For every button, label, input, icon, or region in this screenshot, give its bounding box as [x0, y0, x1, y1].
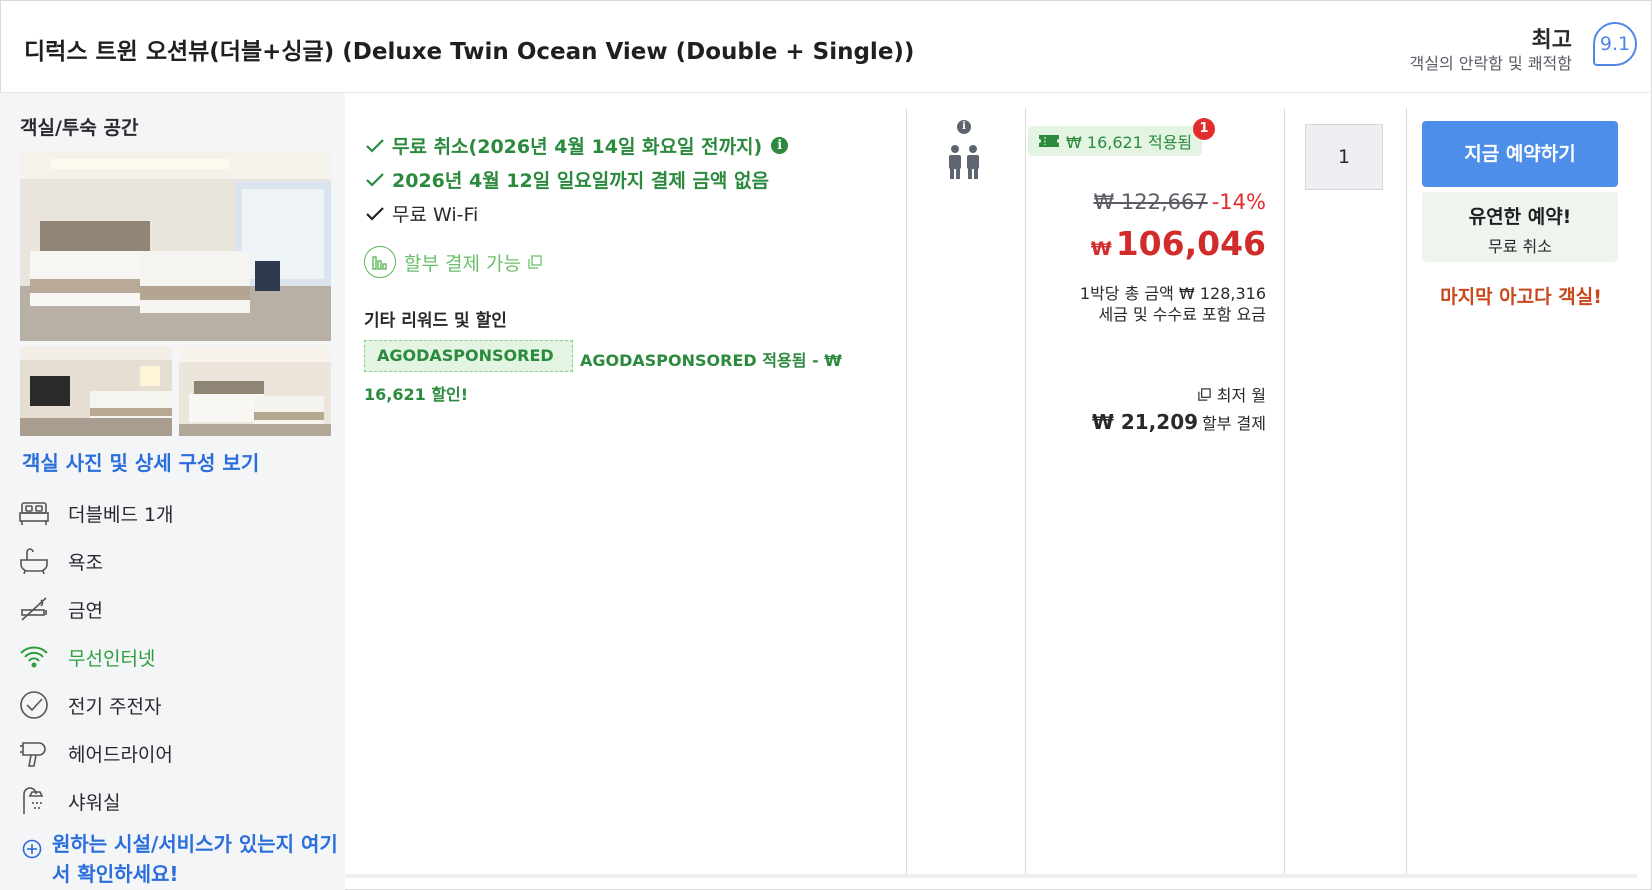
- amenity-label: 욕조: [68, 551, 103, 574]
- info-icon[interactable]: i: [957, 120, 971, 134]
- two-guests-icon: [949, 145, 979, 179]
- price-column: ₩ 16,621 적용됨 1 ₩ 122,667 -14% ₩106,046 1박…: [1026, 108, 1285, 874]
- installment-option[interactable]: 할부 결제 가능: [364, 246, 543, 278]
- columns-bottom-edge: [345, 874, 1637, 878]
- benefit-free-wifi: 무료 Wi-Fi: [364, 200, 478, 227]
- promo-code-tag: AGODASPONSORED: [364, 340, 573, 372]
- external-link-icon: [1198, 387, 1211, 401]
- final-price: ₩106,046: [1091, 224, 1266, 263]
- amenity-label: 전기 주전자: [68, 695, 162, 718]
- room-photo-main[interactable]: [20, 151, 331, 341]
- amenity-label: 헤어드라이어: [68, 743, 173, 766]
- room-header: 디럭스 트윈 오션뷰(더블+싱글) (Deluxe Twin Ocean Vie…: [0, 0, 1650, 93]
- installment-chart-icon: [364, 246, 396, 278]
- last-room-notice: 마지막 아고다 객실!: [1440, 286, 1602, 308]
- amenity-search-link[interactable]: 원하는 시설/서비스가 있는지 여기서 확인하세요!: [22, 829, 342, 889]
- external-link-icon: [528, 255, 542, 269]
- amenity-item: 더블베드 1개: [18, 489, 174, 537]
- section-label: 객실/투숙 공간: [20, 117, 139, 139]
- discount-percent: -14%: [1211, 190, 1266, 214]
- flexible-booking-subtitle: 무료 취소: [1488, 237, 1552, 256]
- benefit-text: 무료 Wi-Fi: [392, 204, 479, 226]
- amenity-item: 무선인터넷: [18, 633, 174, 681]
- flexible-booking-title: 유연한 예약!: [1468, 206, 1572, 228]
- coupon-count-badge: 1: [1193, 118, 1215, 140]
- monthly-installment: ₩ 21,209 할부 결제: [1092, 410, 1266, 434]
- amenity-label: 샤워실: [68, 791, 121, 814]
- check-icon: [366, 172, 384, 187]
- coupon-icon: [1039, 135, 1059, 147]
- amenity-item: 금연: [18, 585, 174, 633]
- amenity-item: 욕조: [18, 537, 174, 585]
- rating-description: 객실의 안락함 및 쾌적함: [1409, 54, 1572, 73]
- bed-icon: [18, 497, 50, 529]
- room-photo-thumbnail[interactable]: [179, 346, 331, 436]
- amenity-search-text: 원하는 시설/서비스가 있는지 여기서 확인하세요!: [52, 832, 338, 886]
- info-icon[interactable]: i: [771, 137, 789, 154]
- room-photo-thumbnail[interactable]: [20, 346, 172, 436]
- original-price-amount: ₩ 122,667: [1093, 190, 1208, 214]
- coupon-text: ₩ 16,621 적용됨: [1066, 133, 1193, 152]
- rating-score-badge: 9.1: [1593, 22, 1637, 66]
- installment-min-month[interactable]: 최저 월: [1197, 382, 1266, 406]
- book-now-button[interactable]: 지금 예약하기: [1422, 121, 1618, 187]
- monthly-amount: ₩ 21,209: [1091, 410, 1199, 434]
- benefit-pay-later: 2026년 4월 12일 일요일까지 결제 금액 없음: [364, 166, 769, 193]
- kettle-check-icon: [18, 689, 50, 721]
- tax-note: 세금 및 수수료 포함 요금: [1098, 305, 1266, 324]
- monthly-label: 할부 결제: [1202, 414, 1266, 433]
- bathtub-icon: [18, 545, 50, 577]
- shower-icon: [18, 785, 50, 817]
- check-icon: [366, 206, 384, 221]
- currency-symbol: ₩: [1090, 238, 1112, 260]
- flexible-booking-box: 유연한 예약! 무료 취소: [1422, 192, 1618, 262]
- original-price: ₩ 122,667 -14%: [1093, 190, 1266, 214]
- amenity-item: 샤워실: [18, 777, 174, 825]
- room-quantity-select[interactable]: 1: [1305, 124, 1383, 190]
- amenity-label: 금연: [68, 599, 103, 622]
- benefit-text: 2026년 4월 12일 일요일까지 결제 금액 없음: [392, 170, 769, 192]
- plus-circle-icon: [22, 839, 42, 859]
- amenity-item: 헤어드라이어: [18, 729, 174, 777]
- benefit-free-cancellation: 무료 취소(2026년 4월 14일 화요일 전까지) i: [364, 132, 789, 159]
- benefits-column: 무료 취소(2026년 4월 14일 화요일 전까지) i 2026년 4월 1…: [346, 108, 907, 874]
- hair-dryer-icon: [18, 737, 50, 769]
- other-rewards-label: 기타 리워드 및 할인: [364, 311, 507, 331]
- coupon-applied-chip[interactable]: ₩ 16,621 적용됨: [1028, 126, 1203, 156]
- amenity-list: 더블베드 1개 욕조 금연 무선인터넷 전기 주전자 헤어드라이어 샤워실: [18, 489, 174, 825]
- check-icon: [366, 138, 384, 153]
- quantity-column: 1: [1285, 108, 1407, 874]
- final-price-amount: 106,046: [1115, 224, 1266, 263]
- amenity-label: 무선인터넷: [68, 647, 156, 670]
- min-month-label: 최저 월: [1216, 386, 1266, 405]
- amenity-label: 더블베드 1개: [68, 503, 174, 526]
- room-photos-link[interactable]: 객실 사진 및 상세 구성 보기: [22, 447, 259, 476]
- room-features-panel: 객실/투숙 공간 객실 사진 및 상세 구성 보기 더블베드 1개 욕조 금연 …: [0, 93, 345, 890]
- amenity-item: 전기 주전자: [18, 681, 174, 729]
- room-title: 디럭스 트윈 오션뷰(더블+싱글) (Deluxe Twin Ocean Vie…: [24, 39, 915, 65]
- installment-text: 할부 결제 가능: [404, 252, 521, 275]
- occupancy-column: i: [907, 108, 1026, 874]
- benefit-text: 무료 취소(2026년 4월 14일 화요일 전까지): [392, 136, 763, 158]
- no-smoking-icon: [18, 593, 50, 625]
- wifi-icon: [18, 641, 50, 673]
